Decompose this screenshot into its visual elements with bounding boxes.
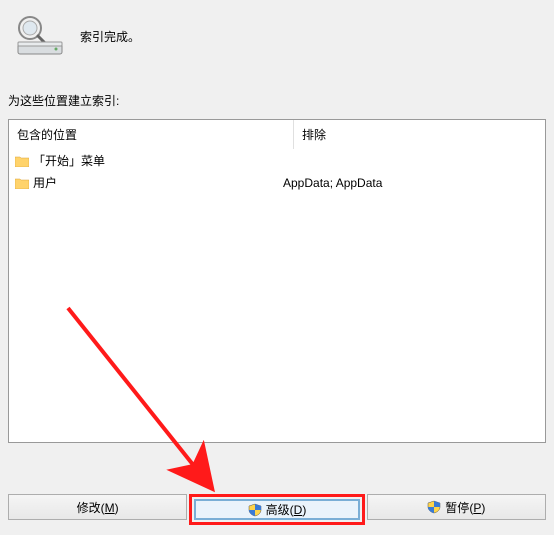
button-label: 暂停(P) [445,499,485,516]
location-name: 「开始」菜单 [33,152,105,170]
button-label: 修改(M) [77,499,119,516]
cell-excluded [277,150,545,172]
pause-button[interactable]: 暂停(P) [367,494,546,520]
drive-search-icon [12,16,68,56]
location-name: 用户 [33,174,57,192]
indexing-options-panel: 索引完成。 为这些位置建立索引: 包含的位置 排除 「开始」菜单 [0,0,554,535]
list-item[interactable]: 「开始」菜单 [9,150,545,172]
col-header-included[interactable]: 包含的位置 [9,120,294,149]
list-header: 包含的位置 排除 [9,120,545,150]
shield-icon [427,500,441,514]
folder-icon [15,177,29,189]
list-body: 「开始」菜单 用户 AppData; AppData [9,150,545,194]
folder-icon [15,155,29,167]
index-status-text: 索引完成。 [80,28,140,45]
button-label: 高级(D) [266,501,307,518]
advanced-button[interactable]: 高级(D) [194,499,359,520]
col-header-excluded[interactable]: 排除 [294,120,545,149]
button-bar: 修改(M) 高级(D) [0,494,554,525]
status-row: 索引完成。 [0,0,554,64]
cell-excluded: AppData; AppData [277,172,545,194]
modify-button[interactable]: 修改(M) [8,494,187,520]
cell-included: 用户 [9,172,277,194]
locations-label: 为这些位置建立索引: [0,64,554,115]
list-item[interactable]: 用户 AppData; AppData [9,172,545,194]
cell-included: 「开始」菜单 [9,150,277,172]
locations-list[interactable]: 包含的位置 排除 「开始」菜单 用户 A [8,119,546,443]
advanced-button-highlight: 高级(D) [189,494,364,525]
shield-icon [248,503,262,517]
